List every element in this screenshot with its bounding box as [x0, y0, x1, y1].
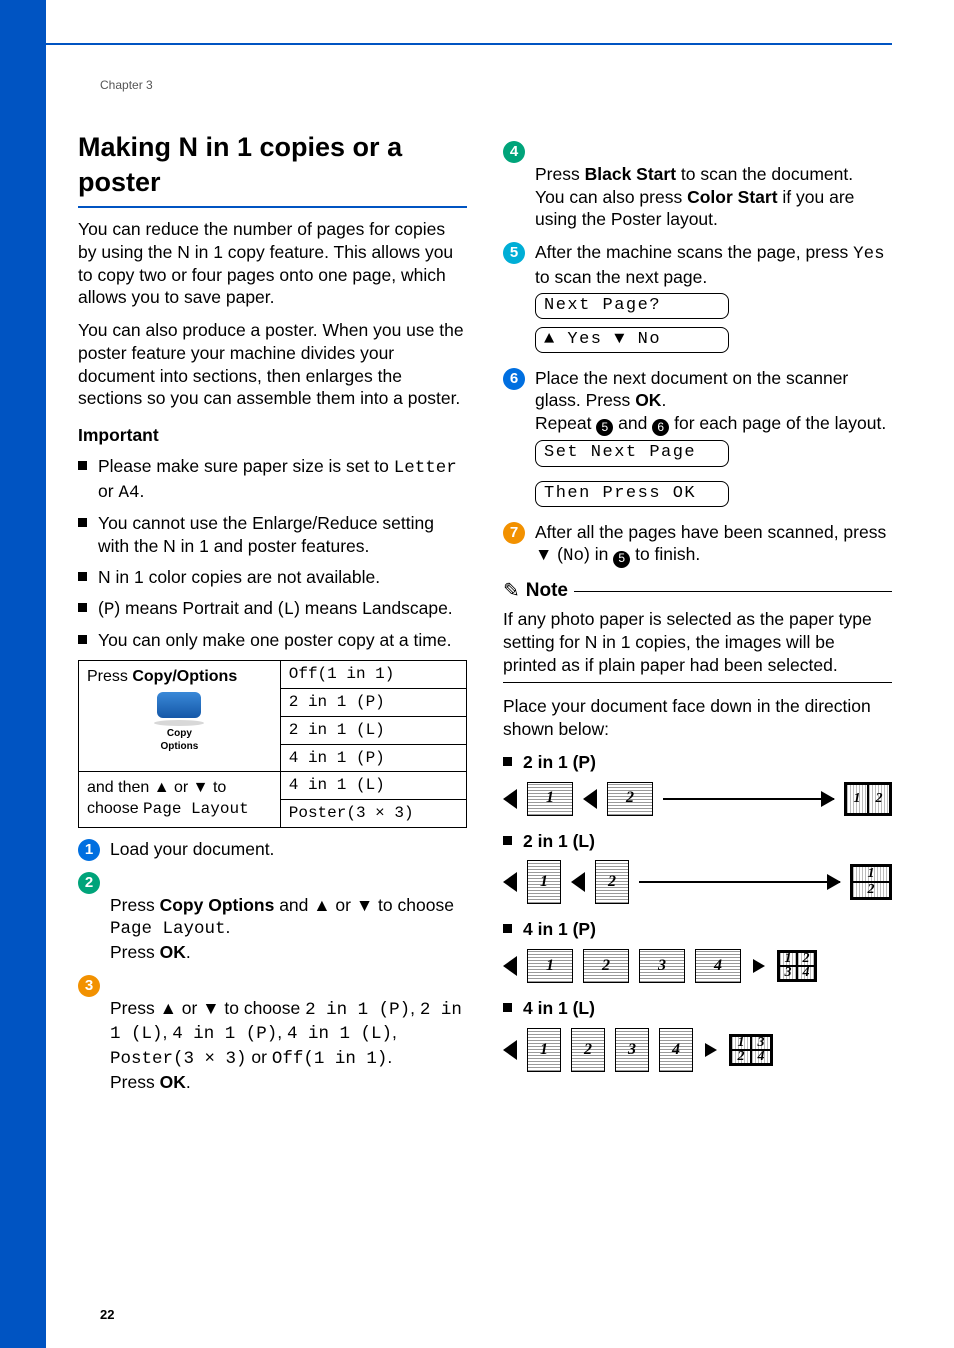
layout-heading: 4 in 1 (P): [503, 918, 892, 941]
header-accent: [0, 0, 46, 46]
table-cell: 4 in 1 (P): [280, 744, 466, 772]
step-4: 4 Press Black Start to scan the document…: [503, 140, 892, 231]
doc-icon: 3: [639, 949, 685, 983]
important-list: Please make sure paper size is set to Le…: [78, 455, 467, 652]
table-cell: and then ▲ or ▼ to choose Page Layout: [79, 772, 281, 828]
lcd-display: Next Page?: [535, 293, 729, 319]
doc-icon: 4: [695, 949, 741, 983]
step-3: 3 Press ▲ or ▼ to choose 2 in 1 (P), 2 i…: [78, 974, 467, 1094]
list-item: You cannot use the Enlarge/Reduce settin…: [78, 512, 467, 558]
doc-icon: 1: [527, 782, 573, 816]
table-cell: Press Copy/Options: [87, 667, 272, 688]
list-item: You can only make one poster copy at a t…: [78, 629, 467, 652]
step-text: After the machine scans the page, press …: [535, 241, 892, 357]
feed-direction-icon: [503, 789, 517, 809]
ref-step-5: 5: [596, 419, 613, 436]
left-column: Making N in 1 copies or a poster You can…: [78, 130, 467, 1298]
doc-icon: 1: [527, 860, 561, 904]
doc-icon: 3: [615, 1028, 649, 1072]
step-text: Load your document.: [110, 838, 467, 861]
feed-direction-icon: [503, 872, 517, 892]
layout-heading: 2 in 1 (P): [503, 751, 892, 774]
step-text: Press Black Start to scan the document. …: [535, 140, 892, 231]
step-badge: 5: [503, 242, 525, 264]
doc-icon: 4: [659, 1028, 693, 1072]
doc-icon: 2: [583, 949, 629, 983]
step-1: 1 Load your document.: [78, 838, 467, 861]
header-rule: [46, 43, 892, 45]
side-accent: [0, 46, 46, 1348]
step-7: 7 After all the pages have been scanned,…: [503, 521, 892, 569]
step-badge: 4: [503, 141, 525, 163]
note-body: If any photo paper is selected as the pa…: [503, 608, 892, 676]
feed-direction-icon: [503, 1040, 517, 1060]
important-heading: Important: [78, 424, 467, 447]
table-cell: 4 in 1 (L): [280, 772, 466, 800]
step-text: Place the next document on the scanner g…: [535, 367, 892, 511]
arrow-icon: [753, 959, 765, 973]
step-badge: 2: [78, 872, 100, 894]
result-icon: 1324: [729, 1034, 773, 1066]
step-text: Press ▲ or ▼ to choose 2 in 1 (P), 2 in …: [110, 974, 467, 1094]
arrow-icon: [663, 798, 834, 800]
page-number: 22: [100, 1307, 114, 1324]
page: Chapter 3 Making N in 1 copies or a post…: [0, 0, 954, 1348]
layout-heading: 4 in 1 (L): [503, 997, 892, 1020]
layout-4in1-l: 1 2 3 4 1324: [503, 1028, 892, 1072]
section-title: Making N in 1 copies or a poster: [78, 130, 467, 208]
arrow-icon: [705, 1043, 717, 1057]
table-cell: Poster(3 × 3): [280, 800, 466, 828]
feed-direction-icon: [583, 789, 597, 809]
ref-step-6: 6: [652, 419, 669, 436]
doc-icon: 1: [527, 949, 573, 983]
step-badge: 3: [78, 975, 100, 997]
chapter-label: Chapter 3: [100, 78, 153, 94]
intro-para-2: You can also produce a poster. When you …: [78, 319, 467, 410]
step-badge: 6: [503, 368, 525, 390]
ref-step-5b: 5: [613, 551, 630, 568]
step-text: After all the pages have been scanned, p…: [535, 521, 892, 569]
table-cell: Off(1 in 1): [280, 661, 466, 689]
layout-2in1-p: 1 2 12: [503, 782, 892, 816]
layout-4in1-p: 1 2 3 4 1234: [503, 949, 892, 983]
lcd-display: Then Press OK: [535, 481, 729, 507]
list-item: (P) means Portrait and (L) means Landsca…: [78, 597, 467, 622]
step-badge: 1: [78, 839, 100, 861]
doc-icon: 2: [595, 860, 629, 904]
lcd-display: Set Next Page: [535, 440, 729, 466]
step-5: 5 After the machine scans the page, pres…: [503, 241, 892, 357]
copy-options-icon: Copy Options: [87, 692, 272, 753]
table-cell: 2 in 1 (L): [280, 716, 466, 744]
step-text: Press Copy Options and ▲ or ▼ to choose …: [110, 871, 467, 964]
step-badge: 7: [503, 522, 525, 544]
list-item: N in 1 color copies are not available.: [78, 566, 467, 589]
arrow-icon: [639, 881, 840, 883]
intro-para-1: You can reduce the number of pages for c…: [78, 218, 467, 309]
doc-icon: 2: [571, 1028, 605, 1072]
options-table: Press Copy/Options Copy Options Off(1 in…: [78, 660, 467, 828]
lcd-display: ▲ Yes ▼ No: [535, 327, 729, 353]
right-column: 4 Press Black Start to scan the document…: [503, 130, 892, 1298]
feed-direction-icon: [503, 956, 517, 976]
content: Making N in 1 copies or a poster You can…: [78, 130, 892, 1298]
note-end-rule: [503, 682, 892, 683]
result-icon: 1234: [777, 950, 817, 982]
feed-direction-icon: [571, 872, 585, 892]
layout-intro: Place your document face down in the dir…: [503, 695, 892, 741]
layout-2in1-l: 1 2 12: [503, 860, 892, 904]
doc-icon: 1: [527, 1028, 561, 1072]
step-6: 6 Place the next document on the scanner…: [503, 367, 892, 511]
list-item: Please make sure paper size is set to Le…: [78, 455, 467, 505]
note-icon: ✎: [503, 578, 520, 604]
result-icon: 12: [844, 782, 892, 816]
note-heading: ✎ Note: [503, 578, 892, 604]
result-icon: 12: [850, 864, 892, 900]
layout-heading: 2 in 1 (L): [503, 830, 892, 853]
table-cell: 2 in 1 (P): [280, 688, 466, 716]
step-2: 2 Press Copy Options and ▲ or ▼ to choos…: [78, 871, 467, 964]
doc-icon: 2: [607, 782, 653, 816]
